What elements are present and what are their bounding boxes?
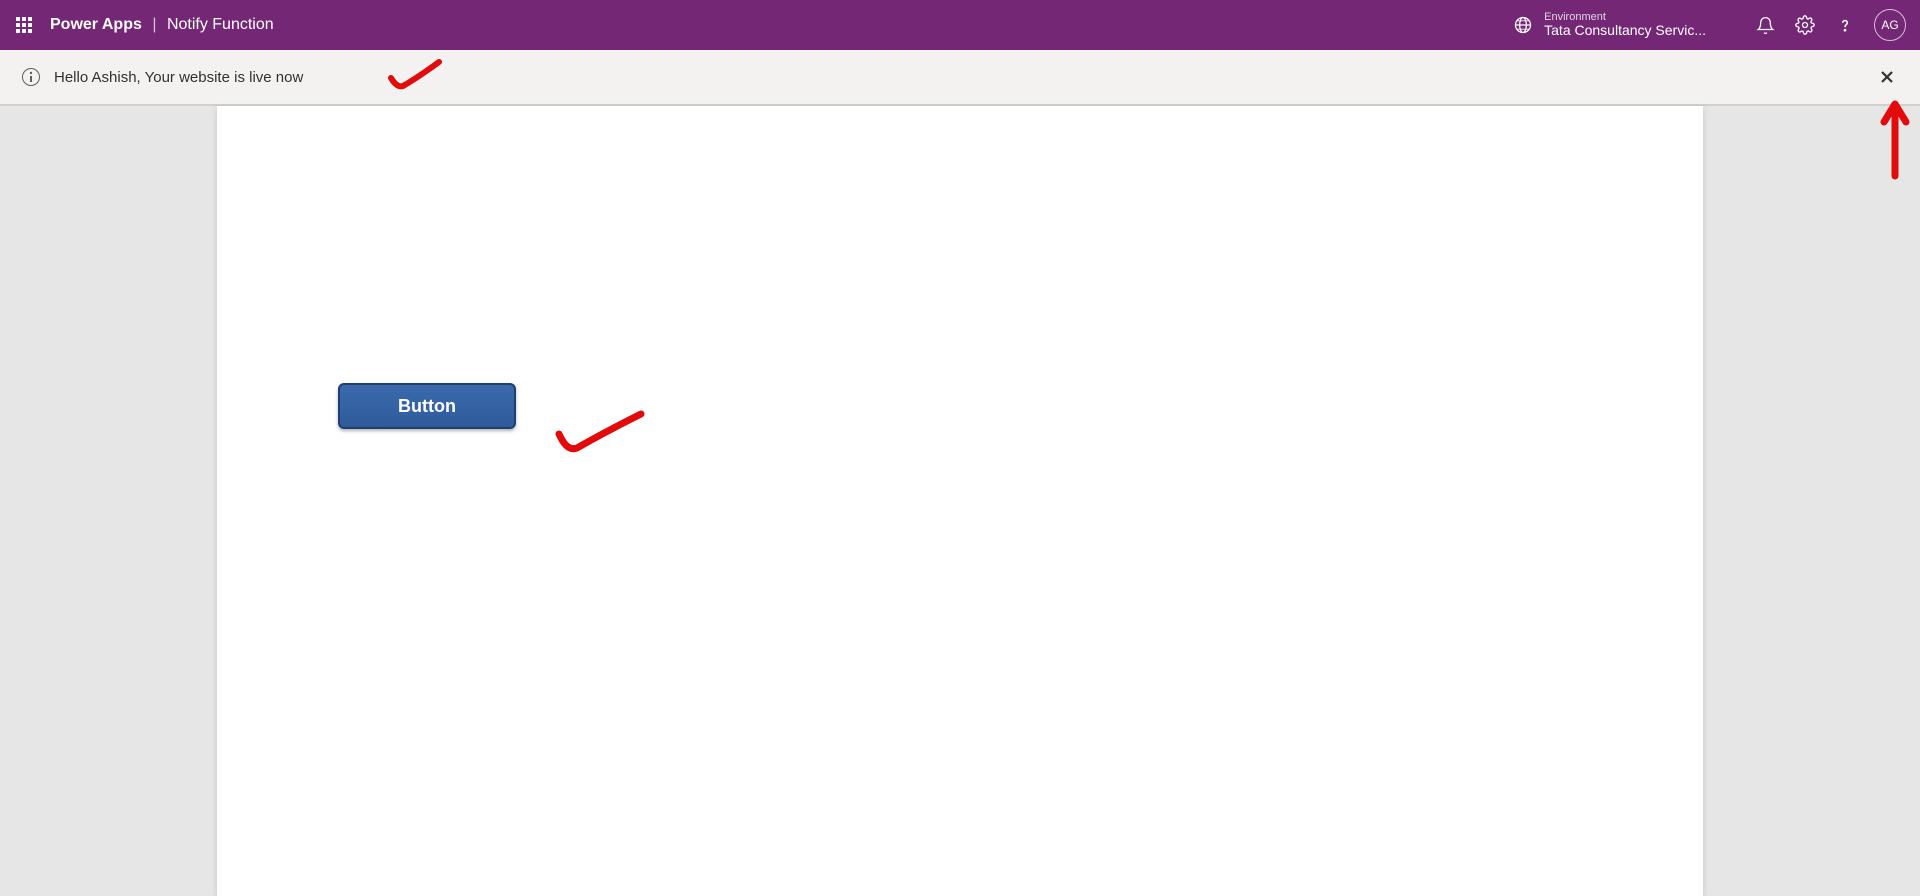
brand-name[interactable]: Power Apps: [50, 16, 142, 33]
brand-separator: |: [152, 16, 156, 33]
header-right: Environment Tata Consultancy Servic... A…: [1512, 9, 1906, 41]
app-launcher-icon[interactable]: [14, 15, 34, 35]
environment-value: Tata Consultancy Servic...: [1544, 23, 1706, 38]
globe-icon: [1512, 14, 1534, 36]
notification-bar: Hello Ashish, Your website is live now: [0, 50, 1920, 106]
notification-close-button[interactable]: [1876, 66, 1898, 88]
canvas-area: Button: [0, 106, 1920, 896]
settings-icon[interactable]: [1794, 14, 1816, 36]
info-icon: [22, 68, 40, 86]
notification-content: Hello Ashish, Your website is live now: [22, 68, 303, 86]
user-avatar[interactable]: AG: [1874, 9, 1906, 41]
environment-picker[interactable]: Environment Tata Consultancy Servic...: [1512, 11, 1706, 38]
notify-button[interactable]: Button: [338, 383, 516, 429]
brand-title: Power Apps | Notify Function: [50, 16, 274, 34]
avatar-initials: AG: [1881, 18, 1898, 32]
app-canvas: Button: [217, 106, 1703, 896]
app-header: Power Apps | Notify Function Environment…: [0, 0, 1920, 50]
header-left: Power Apps | Notify Function: [14, 15, 274, 35]
page-title: Notify Function: [167, 16, 274, 33]
environment-text: Environment Tata Consultancy Servic...: [1544, 11, 1706, 38]
notifications-icon[interactable]: [1754, 14, 1776, 36]
notification-message: Hello Ashish, Your website is live now: [54, 69, 303, 86]
help-icon[interactable]: [1834, 14, 1856, 36]
